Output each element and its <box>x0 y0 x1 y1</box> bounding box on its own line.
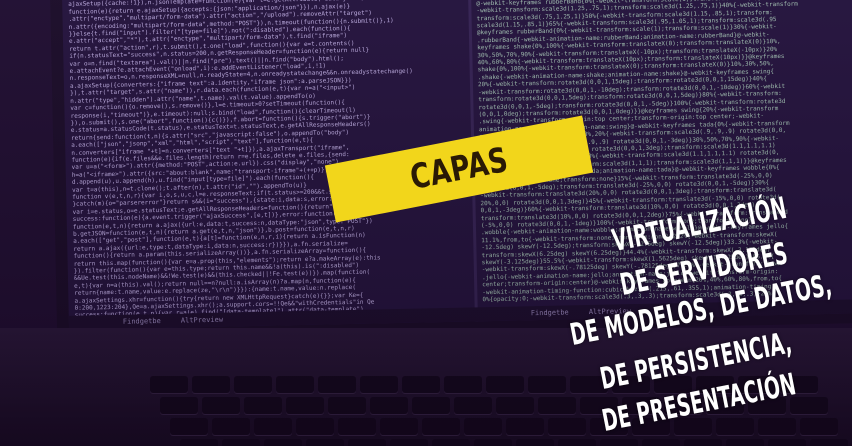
keyboard-key <box>360 376 398 393</box>
keyboard-key <box>338 418 376 435</box>
keyboard-key <box>800 418 838 435</box>
keyboard-key <box>506 418 544 435</box>
keyboard-key <box>244 397 282 414</box>
status-tab-right-1: Findgetbe <box>530 308 569 318</box>
keyboard-key <box>464 418 502 435</box>
keyboard-key <box>600 439 638 446</box>
keyboard-key <box>380 418 418 435</box>
keyboard-key <box>768 439 806 446</box>
keyboard-key <box>170 418 208 435</box>
keyboard-key <box>558 439 596 446</box>
keyboard-key <box>642 439 680 446</box>
keyboard-key <box>496 397 534 414</box>
keyboard-key <box>264 439 302 446</box>
keyboard-key <box>150 376 188 393</box>
keyboard-key <box>516 439 554 446</box>
keyboard-key <box>234 376 272 393</box>
keyboard-key <box>296 418 334 435</box>
keyboard-key <box>192 376 230 393</box>
keyboard-key <box>286 397 324 414</box>
keyboard-key <box>444 376 482 393</box>
keyboard-key <box>412 397 450 414</box>
keyboard-key <box>716 418 754 435</box>
keyboard-key <box>212 418 250 435</box>
keyboard-key <box>370 397 408 414</box>
keyboard-key <box>390 439 428 446</box>
keyboard-key <box>402 376 440 393</box>
keyboard-key <box>454 397 492 414</box>
capas-label: CAPAS <box>406 139 512 199</box>
keyboard-key <box>810 439 848 446</box>
keyboard-key <box>318 376 356 393</box>
keyboard-key <box>684 439 722 446</box>
keyboard-key <box>422 418 460 435</box>
keyboard-key <box>180 439 218 446</box>
keyboard-key <box>276 376 314 393</box>
keyboard-key <box>758 418 796 435</box>
keyboard-key <box>528 376 566 393</box>
status-tab-left-2: AltPreview <box>180 315 224 325</box>
keyboard-key <box>254 418 292 435</box>
keyboard-key <box>432 439 470 446</box>
keyboard-key <box>548 418 586 435</box>
photo-scene: var s=e.beforeSend;return a.beforeSend=f… <box>0 0 852 446</box>
status-tab-left-1: Findgetbe <box>122 317 161 326</box>
keyboard-key <box>474 439 512 446</box>
keyboard-key <box>202 397 240 414</box>
keyboard-key <box>486 376 524 393</box>
keyboard-key <box>222 439 260 446</box>
keyboard-key <box>726 439 764 446</box>
keyboard-key <box>348 439 386 446</box>
keyboard-key <box>160 397 198 414</box>
keyboard-key <box>328 397 366 414</box>
keyboard-key <box>306 439 344 446</box>
keyboard-key <box>538 397 576 414</box>
